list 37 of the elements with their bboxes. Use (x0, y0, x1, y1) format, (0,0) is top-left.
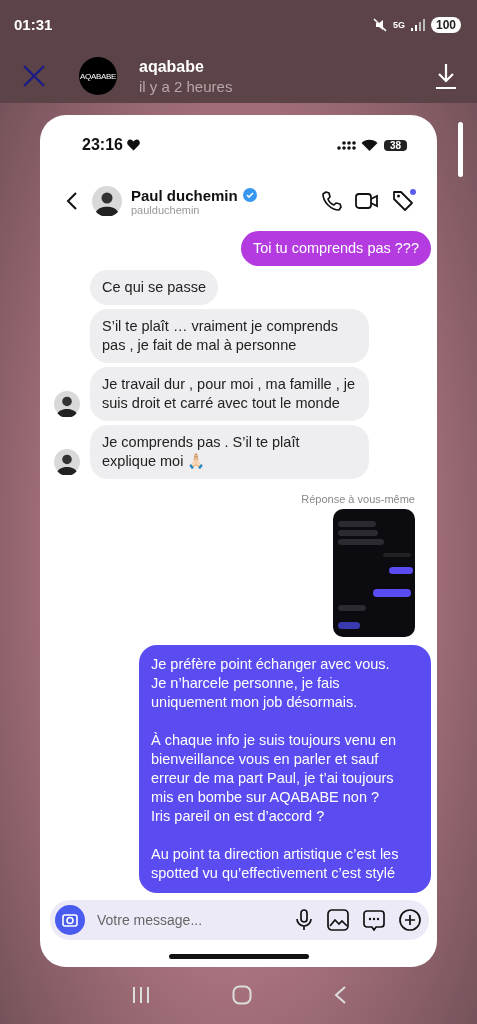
contact-handle: paulduchemin (131, 203, 201, 216)
username: aqababe (139, 57, 205, 76)
heart-icon (126, 139, 140, 152)
network-label: 5G (392, 19, 405, 30)
received-message: Je travail dur , pour moi , ma famille , je suis droit et carré avec tout le monde (90, 367, 369, 422)
add-icon[interactable] (399, 908, 421, 931)
reply-label: Réponse à vous-même (301, 493, 416, 506)
received-message: S’il te plaît … vraiment je comprends pas , je fait de mal à personne (90, 309, 369, 364)
avatar-label: AQABABE (79, 71, 117, 81)
mute-icon (372, 17, 387, 32)
sent-message: Je préfère point échanger avec vous. Je n’harcele personne, je fais uniquement mon job désormais. À chaque info je suis toujours venu en bienveillance vous en parler et sauf erreur de ma part Paul, je t’ai toujours mis en bombe sur AQABABE non ? Iris pareil on est d’accord ? Au point ta direction artistique c’est les spotted vu qu’effectivement c’est stylé (139, 645, 431, 894)
signal-icon (336, 139, 357, 152)
message-input[interactable]: Votre message... (95, 910, 281, 929)
contact-name: Paul duchemin (131, 186, 238, 204)
home-icon[interactable] (231, 985, 252, 1006)
screenshot-thumbnail-drawing[interactable] (333, 509, 415, 638)
camera-icon[interactable] (55, 904, 85, 935)
image-icon[interactable] (327, 908, 349, 931)
recent-apps-icon[interactable] (130, 986, 151, 1005)
signal-icon (410, 18, 425, 31)
phone-icon[interactable] (321, 190, 343, 213)
received-message: Ce qui se passe (90, 270, 218, 306)
clock: 23:16 (82, 136, 123, 155)
clock: 01:31 (14, 16, 53, 34)
battery-indicator: 100 (430, 16, 461, 33)
story-scrollbar (458, 122, 463, 177)
timestamp: il y a 2 heures (139, 77, 234, 95)
video-icon[interactable] (355, 191, 379, 212)
microphone-icon[interactable] (295, 908, 313, 931)
download-icon[interactable] (435, 62, 457, 91)
avatar (92, 186, 122, 217)
battery-indicator: 38 (383, 139, 407, 151)
sent-message: Toi tu comprends pas ??? (240, 231, 431, 267)
sticker-icon[interactable] (363, 908, 385, 931)
received-message: Je comprends pas . S’il te plaît explique moi 🙏🏻 (90, 425, 369, 480)
back-icon[interactable] (66, 191, 78, 212)
wifi-icon (360, 139, 378, 152)
